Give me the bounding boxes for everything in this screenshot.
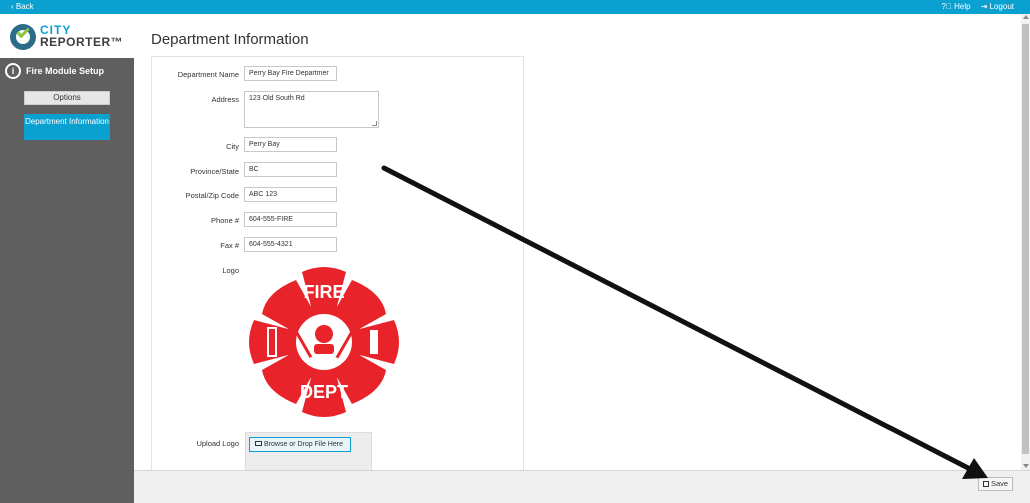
address-value: 123 Old South Rd bbox=[249, 95, 305, 102]
page-scrollbar[interactable] bbox=[1021, 14, 1030, 470]
logout-icon: ⇥ bbox=[980, 2, 990, 11]
department-name-label: Department Name bbox=[177, 70, 239, 79]
browse-file-button[interactable]: Browse or Drop File Here bbox=[249, 437, 351, 452]
top-right-links: ?⃝ Help ⇥ Logout bbox=[941, 2, 1014, 11]
save-label: Save bbox=[991, 479, 1009, 488]
resize-handle-icon[interactable] bbox=[372, 121, 377, 126]
logo-text-fire: FIRE bbox=[303, 282, 344, 302]
scrollbar-thumb[interactable] bbox=[1022, 24, 1029, 454]
province-state-label: Province/State bbox=[190, 167, 239, 176]
fax-label: Fax # bbox=[220, 241, 239, 250]
scroll-up-icon[interactable] bbox=[1023, 15, 1029, 19]
postal-code-input[interactable]: ABC 123 bbox=[244, 187, 337, 202]
address-label: Address bbox=[211, 95, 239, 104]
app-logo[interactable]: CITY REPORTER™ bbox=[0, 14, 134, 58]
page-title: Department Information bbox=[151, 31, 309, 48]
sidebar-item-options[interactable]: Options bbox=[24, 91, 110, 105]
fax-input[interactable]: 604-555-4321 bbox=[244, 237, 337, 252]
upload-logo-label: Upload Logo bbox=[196, 439, 239, 448]
logout-label: Logout bbox=[989, 2, 1014, 11]
department-form: Department Name Perry Bay Fire Departmer… bbox=[151, 56, 524, 471]
footer-bar: Save bbox=[134, 470, 1030, 503]
module-title: i Fire Module Setup bbox=[0, 62, 134, 82]
department-name-input[interactable]: Perry Bay Fire Departmer bbox=[244, 66, 337, 81]
logo-label: Logo bbox=[222, 266, 239, 275]
help-label: Help bbox=[954, 2, 971, 11]
logo-text-reporter: REPORTER™ bbox=[40, 35, 124, 49]
save-button[interactable]: Save bbox=[978, 477, 1013, 491]
scroll-down-icon[interactable] bbox=[1023, 464, 1029, 468]
city-label: City bbox=[226, 142, 239, 151]
sidebar: CITY REPORTER™ i Fire Module Setup Optio… bbox=[0, 14, 134, 503]
city-input[interactable]: Perry Bay bbox=[244, 137, 337, 152]
help-link[interactable]: ?⃝ Help bbox=[941, 2, 970, 11]
phone-label: Phone # bbox=[211, 216, 239, 225]
back-link[interactable]: ‹ Back bbox=[11, 2, 34, 11]
module-title-label: Fire Module Setup bbox=[26, 66, 105, 76]
logout-link[interactable]: ⇥ Logout bbox=[981, 2, 1014, 11]
address-textarea[interactable]: 123 Old South Rd bbox=[244, 91, 379, 128]
logo-text-dept: DEPT bbox=[300, 382, 348, 402]
sidebar-item-department-information[interactable]: Department Information bbox=[24, 114, 110, 140]
postal-code-label: Postal/Zip Code bbox=[185, 191, 239, 200]
province-state-input[interactable]: BC bbox=[244, 162, 337, 177]
folder-icon bbox=[255, 441, 262, 446]
top-bar: ‹ Back ?⃝ Help ⇥ Logout bbox=[0, 0, 1030, 14]
floppy-disk-icon bbox=[983, 481, 989, 487]
fire-department-logo: FIRE DEPT bbox=[249, 267, 399, 417]
phone-input[interactable]: 604-555-FIRE bbox=[244, 212, 337, 227]
upload-dropzone[interactable]: Browse or Drop File Here bbox=[245, 432, 372, 470]
help-icon: ?⃝ bbox=[941, 2, 955, 11]
browse-file-label: Browse or Drop File Here bbox=[264, 441, 343, 448]
fire-extinguisher-icon: i bbox=[5, 63, 21, 79]
